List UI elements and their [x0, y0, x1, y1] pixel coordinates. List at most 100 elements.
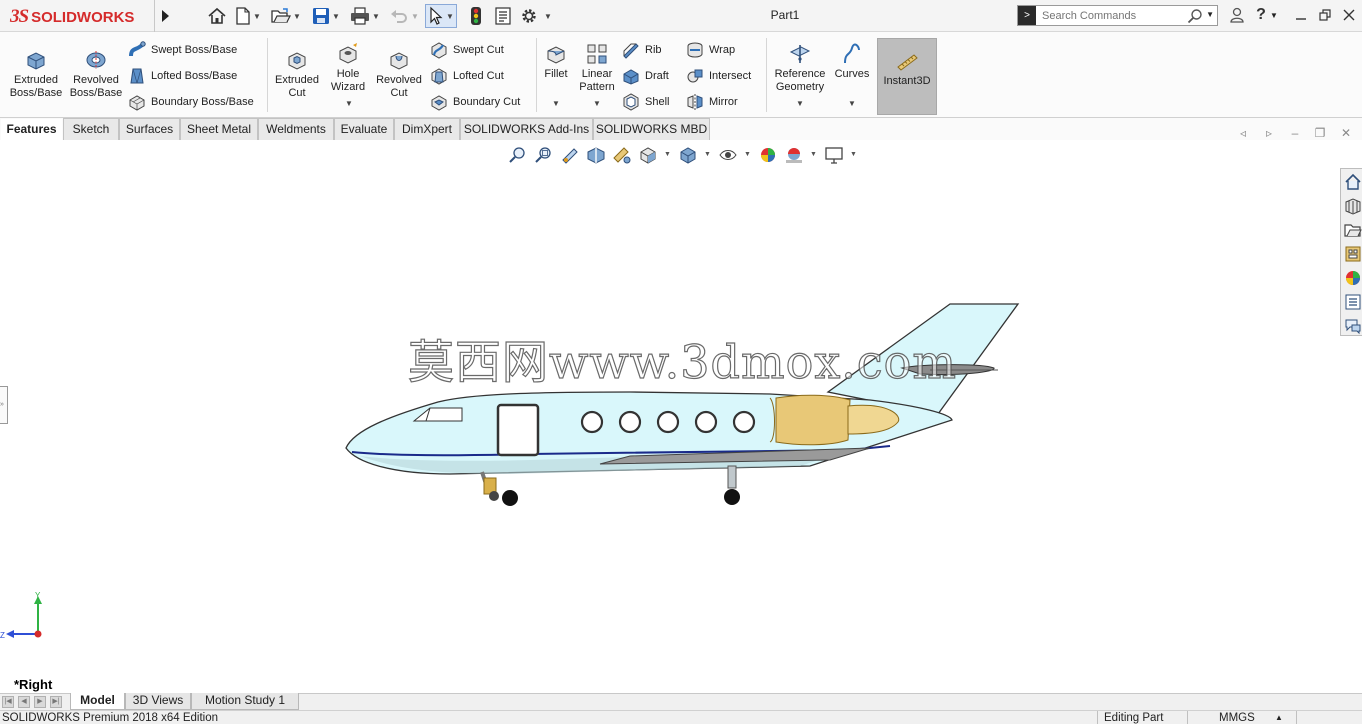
- chevron-down-icon[interactable]: ▼: [293, 12, 301, 21]
- first-tab-icon[interactable]: |◀: [2, 696, 14, 708]
- chevron-down-icon[interactable]: ▼: [664, 151, 671, 158]
- linear-pattern-button[interactable]: Linear Pattern: [576, 42, 618, 94]
- chevron-down-icon[interactable]: ▼: [446, 12, 454, 21]
- tab-solidworks-add-ins[interactable]: SOLIDWORKS Add-Ins: [460, 118, 593, 140]
- new-document-button[interactable]: ▼: [235, 5, 261, 27]
- zoom-to-area-icon[interactable]: [534, 146, 554, 164]
- options-button[interactable]: ▼: [520, 5, 552, 27]
- boundary-boss-button[interactable]: Boundary Boss/Base: [128, 92, 254, 112]
- extruded-cut-button[interactable]: Extruded Cut: [272, 48, 322, 100]
- extruded-boss-button[interactable]: Extruded Boss/Base: [8, 48, 64, 100]
- curves-button[interactable]: Curves: [832, 42, 872, 81]
- swept-boss-button[interactable]: Swept Boss/Base: [128, 40, 237, 60]
- select-button[interactable]: ▼: [425, 4, 457, 28]
- file-properties-button[interactable]: [494, 5, 512, 27]
- chevron-down-icon[interactable]: ▼: [552, 99, 560, 108]
- doc-close-icon[interactable]: ✕: [1339, 126, 1353, 140]
- unit-system-button[interactable]: MMGS: [1219, 711, 1255, 725]
- close-button[interactable]: [1340, 6, 1358, 24]
- tab-dimxpert[interactable]: DimXpert: [394, 118, 460, 140]
- prev-tab-icon[interactable]: ◀: [18, 696, 30, 708]
- chevron-down-icon[interactable]: ▼: [411, 12, 419, 21]
- mirror-button[interactable]: Mirror: [686, 92, 738, 112]
- chevron-down-icon[interactable]: ▼: [544, 12, 552, 21]
- chevron-down-icon[interactable]: ▼: [332, 12, 340, 21]
- tab-features[interactable]: Features: [0, 118, 63, 140]
- chevron-down-icon[interactable]: ▼: [810, 151, 817, 158]
- search-icon[interactable]: [1187, 8, 1203, 24]
- display-style-icon[interactable]: [678, 146, 698, 164]
- home-button[interactable]: [207, 5, 227, 27]
- tab-motion-study-1[interactable]: Motion Study 1: [191, 693, 299, 710]
- next-tab-icon[interactable]: ▶: [34, 696, 46, 708]
- shell-button[interactable]: Shell: [622, 92, 669, 112]
- solidworks-forum-icon[interactable]: [1344, 317, 1362, 335]
- save-button[interactable]: ▼: [312, 5, 340, 27]
- chevron-down-icon[interactable]: ▼: [848, 99, 856, 108]
- edit-appearance-icon[interactable]: [758, 146, 778, 164]
- open-button[interactable]: ▼: [271, 5, 301, 27]
- instant3d-button[interactable]: Instant3D: [877, 38, 937, 115]
- tab-weldments[interactable]: Weldments: [258, 118, 334, 140]
- revolved-cut-button[interactable]: Revolved Cut: [374, 48, 424, 100]
- file-explorer-icon[interactable]: [1344, 221, 1362, 239]
- doc-minimize-icon[interactable]: –: [1288, 126, 1302, 140]
- rib-button[interactable]: Rib: [622, 40, 662, 60]
- tab-surfaces[interactable]: Surfaces: [119, 118, 180, 140]
- appearances-scenes-icon[interactable]: [1344, 269, 1362, 287]
- chevron-down-icon[interactable]: ▼: [704, 151, 711, 158]
- zoom-to-fit-icon[interactable]: [508, 146, 528, 164]
- doc-restore-icon[interactable]: ❐: [1313, 126, 1327, 140]
- help-dropdown[interactable]: ▼: [1268, 6, 1280, 24]
- chevron-down-icon[interactable]: ▼: [744, 151, 751, 158]
- chevron-down-icon[interactable]: ▼: [372, 12, 380, 21]
- design-library-icon[interactable]: [1344, 197, 1362, 215]
- lofted-boss-button[interactable]: Lofted Boss/Base: [128, 66, 237, 86]
- restore-button[interactable]: [1316, 6, 1334, 24]
- tab-evaluate[interactable]: Evaluate: [334, 118, 394, 140]
- intersect-button[interactable]: Intersect: [686, 66, 751, 86]
- draft-button[interactable]: Draft: [622, 66, 669, 86]
- hole-wizard-button[interactable]: Hole Wizard: [326, 42, 370, 94]
- lofted-cut-button[interactable]: Lofted Cut: [430, 66, 504, 86]
- wrap-button[interactable]: Wrap: [686, 40, 735, 60]
- section-view-icon[interactable]: [586, 146, 606, 164]
- reference-geometry-button[interactable]: Reference Geometry: [770, 42, 830, 94]
- tab-model[interactable]: Model: [70, 693, 125, 710]
- minimize-button[interactable]: [1292, 6, 1310, 24]
- dynamic-annotation-icon[interactable]: [612, 146, 632, 164]
- search-input[interactable]: [1036, 9, 1176, 22]
- view-settings-icon[interactable]: [824, 146, 844, 164]
- tab-3d-views[interactable]: 3D Views: [125, 693, 191, 710]
- print-button[interactable]: ▼: [350, 5, 380, 27]
- chevron-down-icon[interactable]: ▼: [345, 99, 353, 108]
- apply-scene-icon[interactable]: [784, 146, 804, 164]
- search-commands-box[interactable]: > ▼: [1017, 5, 1218, 26]
- feature-manager-expand-handle[interactable]: »: [0, 386, 8, 424]
- boundary-cut-button[interactable]: Boundary Cut: [430, 92, 520, 112]
- chevron-down-icon[interactable]: ▼: [593, 99, 601, 108]
- tab-sketch[interactable]: Sketch: [63, 118, 119, 140]
- last-tab-icon[interactable]: ▶|: [50, 696, 62, 708]
- chevron-down-icon[interactable]: ▼: [253, 12, 261, 21]
- previous-view-icon[interactable]: [560, 146, 580, 164]
- chevron-down-icon[interactable]: ▼: [1206, 10, 1214, 19]
- chevron-up-icon[interactable]: ▲: [1275, 711, 1283, 725]
- view-orientation-icon[interactable]: [638, 146, 658, 164]
- chevron-down-icon[interactable]: ▼: [796, 99, 804, 108]
- fillet-button[interactable]: Fillet: [540, 42, 572, 81]
- rebuild-button[interactable]: [470, 5, 482, 27]
- previous-view-icon[interactable]: ◃: [1236, 126, 1250, 140]
- custom-properties-icon[interactable]: [1344, 293, 1362, 311]
- hide-show-items-icon[interactable]: [718, 146, 738, 164]
- revolved-boss-button[interactable]: Revolved Boss/Base: [68, 48, 124, 100]
- swept-cut-button[interactable]: Swept Cut: [430, 40, 504, 60]
- tab-solidworks-mbd[interactable]: SOLIDWORKS MBD: [593, 118, 710, 140]
- tab-sheet-metal[interactable]: Sheet Metal: [180, 118, 258, 140]
- chevron-down-icon[interactable]: ▼: [850, 151, 857, 158]
- undo-button[interactable]: ▼: [389, 5, 419, 27]
- expand-menu-arrow-icon[interactable]: [159, 7, 171, 25]
- solidworks-logo[interactable]: 3S SOLIDWORKS: [10, 4, 154, 30]
- solidworks-resources-home-icon[interactable]: [1344, 173, 1362, 191]
- next-view-icon[interactable]: ▹: [1262, 126, 1276, 140]
